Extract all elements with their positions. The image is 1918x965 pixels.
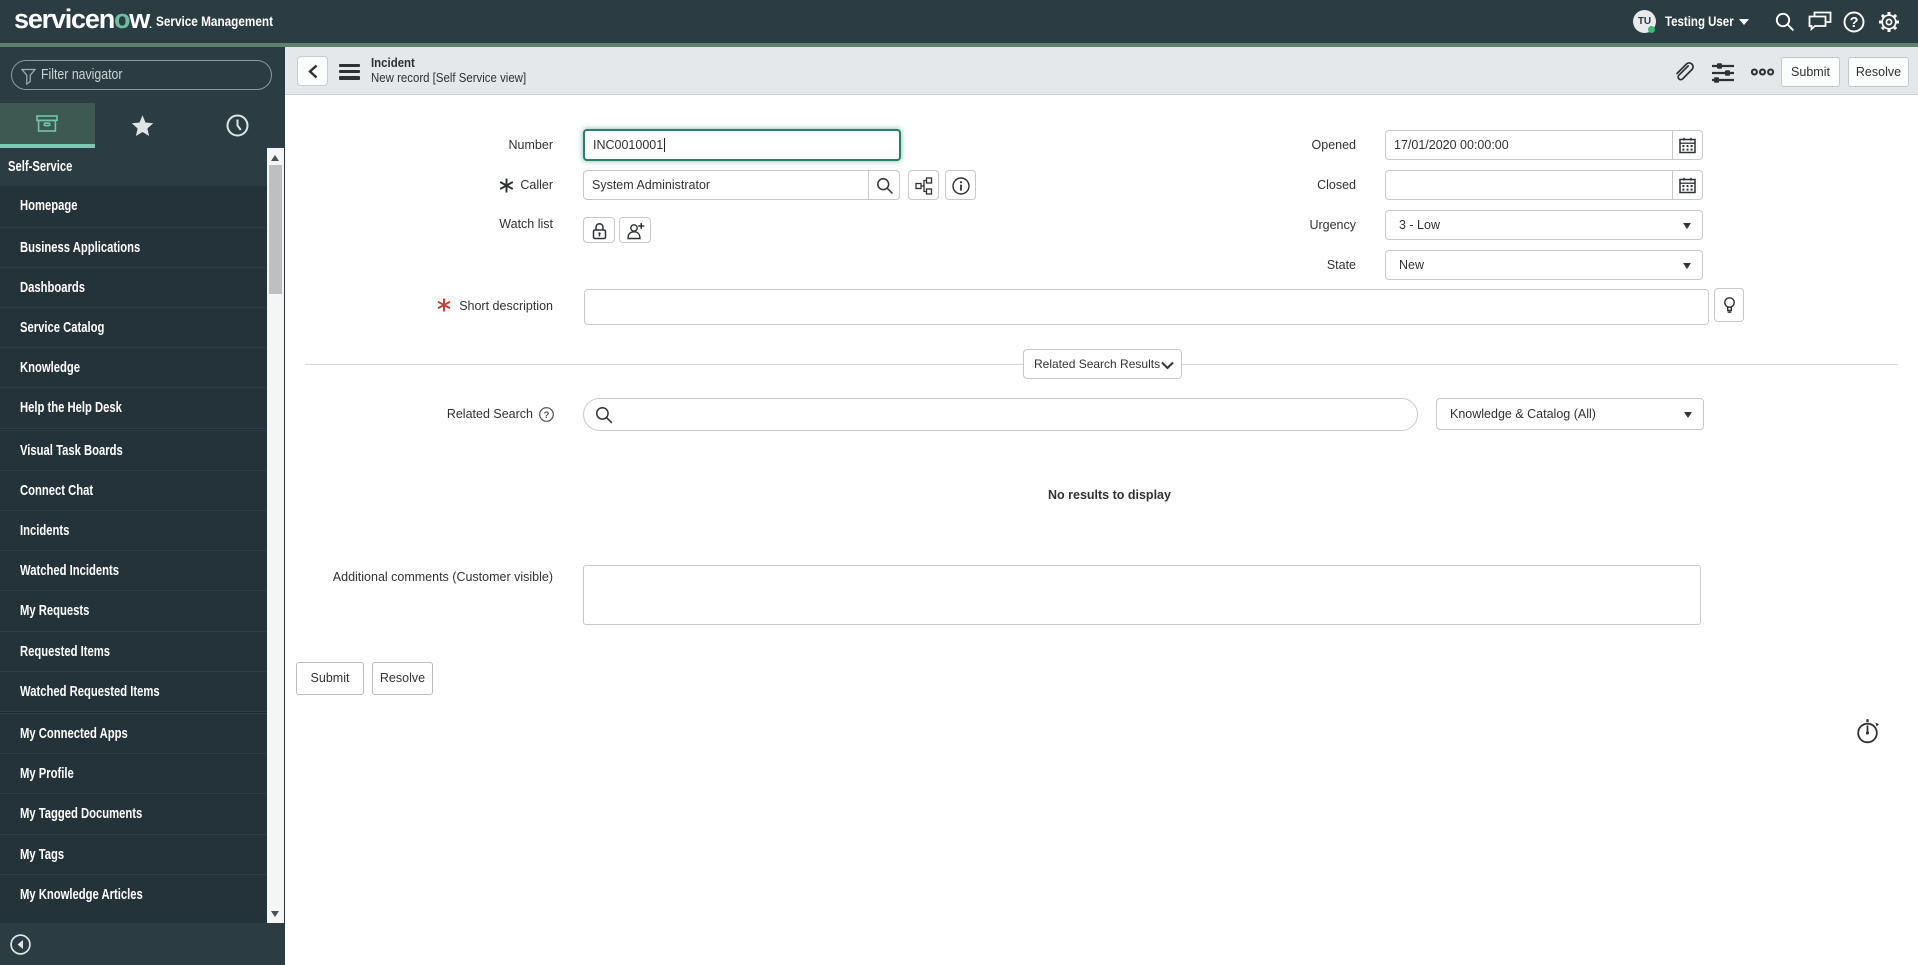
svg-text:?: ? xyxy=(544,410,550,421)
svg-text:?: ? xyxy=(1850,15,1859,31)
